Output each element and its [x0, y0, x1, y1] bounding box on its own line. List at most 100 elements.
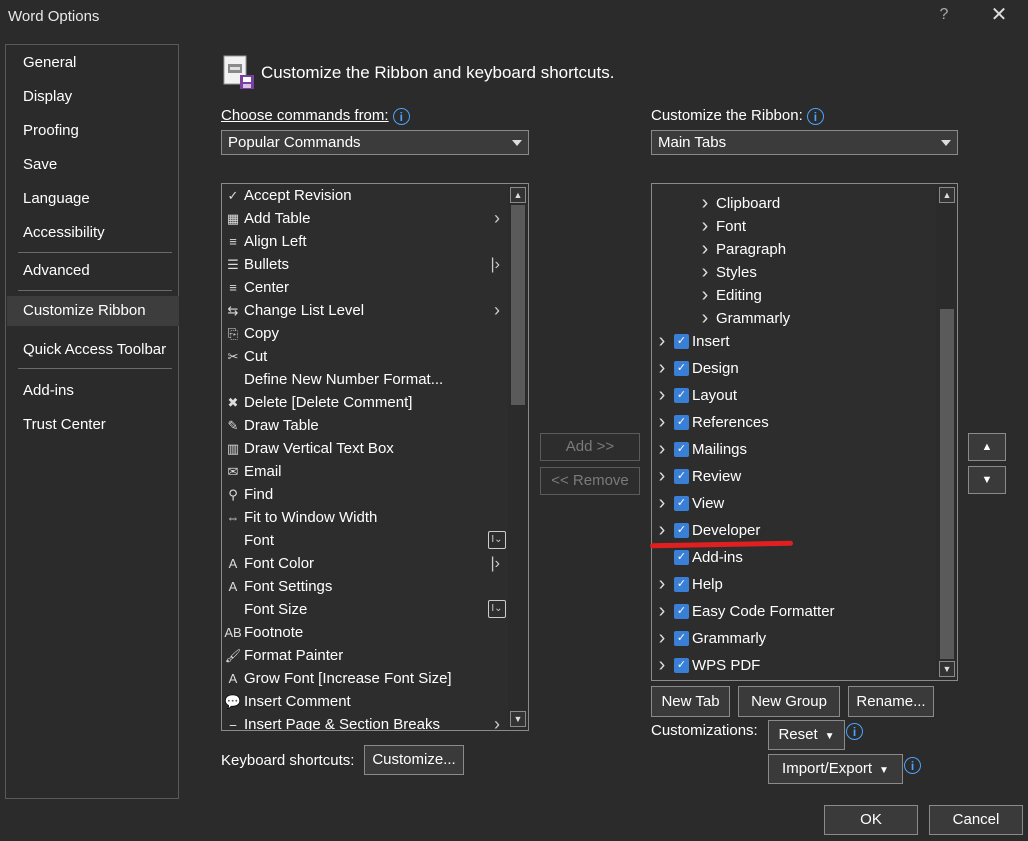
chevron-right-icon[interactable]: › [698, 284, 712, 307]
command-item[interactable]: ✓ Accept Revision [222, 184, 508, 207]
checkbox-checked-icon[interactable]: ✓ [674, 577, 689, 592]
checkbox-checked-icon[interactable]: ✓ [674, 442, 689, 457]
command-item[interactable]: ⎯ Insert Page & Section Breaks › [222, 713, 508, 730]
nav-item-customize-ribbon[interactable]: Customize Ribbon [7, 296, 179, 326]
ribbon-tab-item[interactable]: › ✓ Design [652, 357, 936, 380]
move-down-button[interactable]: ▼ [968, 466, 1006, 494]
scroll-up-arrow[interactable]: ▲ [939, 187, 955, 203]
nav-item-display[interactable]: Display [7, 82, 179, 112]
checkbox-checked-icon[interactable]: ✓ [674, 415, 689, 430]
command-item[interactable]: 🖌 Format Painter [222, 644, 508, 667]
checkbox-checked-icon[interactable]: ✓ [674, 388, 689, 403]
ribbon-tab-item[interactable]: › ✓ Insert [652, 330, 936, 353]
command-item[interactable]: ≡ Center [222, 276, 508, 299]
customize-ribbon-dropdown[interactable]: Main Tabs [651, 130, 958, 155]
chevron-right-icon[interactable]: › [655, 573, 669, 596]
checkbox-checked-icon[interactable]: ✓ [674, 334, 689, 349]
chevron-right-icon[interactable]: › [655, 627, 669, 650]
ribbon-tab-item[interactable]: › ✓ Developer [652, 519, 936, 542]
command-item[interactable]: ▥ Draw Vertical Text Box [222, 437, 508, 460]
command-item[interactable]: A Grow Font [Increase Font Size] [222, 667, 508, 690]
scroll-down-arrow[interactable]: ▼ [510, 711, 526, 727]
checkbox-checked-icon[interactable]: ✓ [674, 523, 689, 538]
help-button[interactable]: ? [934, 6, 954, 26]
ribbon-tab-item[interactable]: › ✓ Easy Code Formatter [652, 600, 936, 623]
ribbon-tab-item[interactable]: ✓ Add-ins [652, 546, 936, 569]
chevron-right-icon[interactable]: › [655, 330, 669, 353]
nav-item-proofing[interactable]: Proofing [7, 116, 179, 146]
command-item[interactable]: ⇆ Change List Level › [222, 299, 508, 322]
info-icon[interactable]: i [392, 107, 410, 125]
rename-button[interactable]: Rename... [848, 686, 934, 717]
commands-scrollbar[interactable]: ▲ ▼ [508, 184, 528, 730]
ribbon-tab-item[interactable]: › ✓ Grammarly [652, 627, 936, 650]
scrollbar-thumb[interactable] [511, 205, 525, 405]
nav-item-trust-center[interactable]: Trust Center [7, 410, 179, 440]
chevron-right-icon[interactable]: › [655, 411, 669, 434]
import-export-dropdown-button[interactable]: Import/Export ▼ [768, 754, 903, 784]
new-group-button[interactable]: New Group [738, 686, 840, 717]
close-button[interactable]: ✕ [988, 4, 1010, 26]
chevron-right-icon[interactable]: › [698, 238, 712, 261]
scroll-up-arrow[interactable]: ▲ [510, 187, 526, 203]
command-item[interactable]: A Font Color |› [222, 552, 508, 575]
commands-list[interactable]: ✓ Accept Revision ▦ Add Table › ≡ Align Left ☰ B… [221, 183, 529, 731]
ok-button[interactable]: OK [824, 805, 918, 835]
command-item[interactable]: ≡ Align Left [222, 230, 508, 253]
command-item[interactable]: 💬 Insert Comment [222, 690, 508, 713]
ribbon-tab-item[interactable]: › ✓ Help [652, 573, 936, 596]
command-item[interactable]: ▦ Add Table › [222, 207, 508, 230]
checkbox-checked-icon[interactable]: ✓ [674, 604, 689, 619]
command-item[interactable]: ✂ Cut [222, 345, 508, 368]
cancel-button[interactable]: Cancel [929, 805, 1023, 835]
checkbox-checked-icon[interactable]: ✓ [674, 658, 689, 673]
ribbon-group-item[interactable]: › Font [652, 215, 936, 238]
remove-button[interactable]: << Remove [540, 467, 640, 495]
ribbon-group-item[interactable]: › Clipboard [652, 192, 936, 215]
nav-item-language[interactable]: Language [7, 184, 179, 214]
chevron-right-icon[interactable]: › [655, 438, 669, 461]
ribbon-tab-item[interactable]: › ✓ References [652, 411, 936, 434]
ribbon-tab-item[interactable]: › ✓ Review [652, 465, 936, 488]
checkbox-checked-icon[interactable]: ✓ [674, 469, 689, 484]
chevron-right-icon[interactable]: › [698, 307, 712, 330]
nav-item-advanced[interactable]: Advanced [7, 256, 179, 286]
scroll-down-arrow[interactable]: ▼ [939, 661, 955, 677]
chevron-right-icon[interactable]: › [655, 600, 669, 623]
chevron-right-icon[interactable]: › [698, 215, 712, 238]
command-item[interactable]: ✉ Email [222, 460, 508, 483]
ribbon-tabs-tree[interactable]: › Clipboard › Font › Paragraph › Styles › Editing… [651, 183, 958, 681]
info-icon[interactable]: i [806, 107, 824, 125]
checkbox-checked-icon[interactable]: ✓ [674, 496, 689, 511]
chevron-right-icon[interactable]: › [655, 357, 669, 380]
chevron-right-icon[interactable]: › [698, 192, 712, 215]
ribbon-scrollbar[interactable]: ▲ ▼ [936, 184, 957, 680]
command-item[interactable]: A Font Settings [222, 575, 508, 598]
nav-item-save[interactable]: Save [7, 150, 179, 180]
chevron-right-icon[interactable]: › [655, 465, 669, 488]
info-icon[interactable]: i [904, 756, 921, 774]
chevron-right-icon[interactable]: › [655, 384, 669, 407]
command-item[interactable]: AB Footnote [222, 621, 508, 644]
choose-commands-dropdown[interactable]: Popular Commands [221, 130, 529, 155]
chevron-right-icon[interactable]: › [698, 261, 712, 284]
ribbon-group-item[interactable]: › Grammarly [652, 307, 936, 330]
chevron-right-icon[interactable]: › [655, 654, 669, 677]
move-up-button[interactable]: ▲ [968, 433, 1006, 461]
command-item[interactable]: ✖ Delete [Delete Comment] [222, 391, 508, 414]
command-item[interactable]: Font Size I⌄ [222, 598, 508, 621]
ribbon-tab-item[interactable]: › ✓ Mailings [652, 438, 936, 461]
info-icon[interactable]: i [846, 722, 863, 740]
ribbon-tab-item[interactable]: › ✓ Layout [652, 384, 936, 407]
scrollbar-thumb[interactable] [940, 309, 954, 659]
add-button[interactable]: Add >> [540, 433, 640, 461]
chevron-right-icon[interactable]: › [655, 519, 669, 542]
ribbon-tab-item[interactable]: › ✓ WPS PDF [652, 654, 936, 677]
checkbox-checked-icon[interactable]: ✓ [674, 550, 689, 565]
ribbon-tab-item[interactable]: › ✓ View [652, 492, 936, 515]
command-item[interactable]: ⎘ Copy [222, 322, 508, 345]
nav-item-add-ins[interactable]: Add-ins [7, 376, 179, 406]
command-item[interactable]: Define New Number Format... [222, 368, 508, 391]
command-item[interactable]: ✎ Draw Table [222, 414, 508, 437]
command-item[interactable]: ⇔ Fit to Window Width [222, 506, 508, 529]
